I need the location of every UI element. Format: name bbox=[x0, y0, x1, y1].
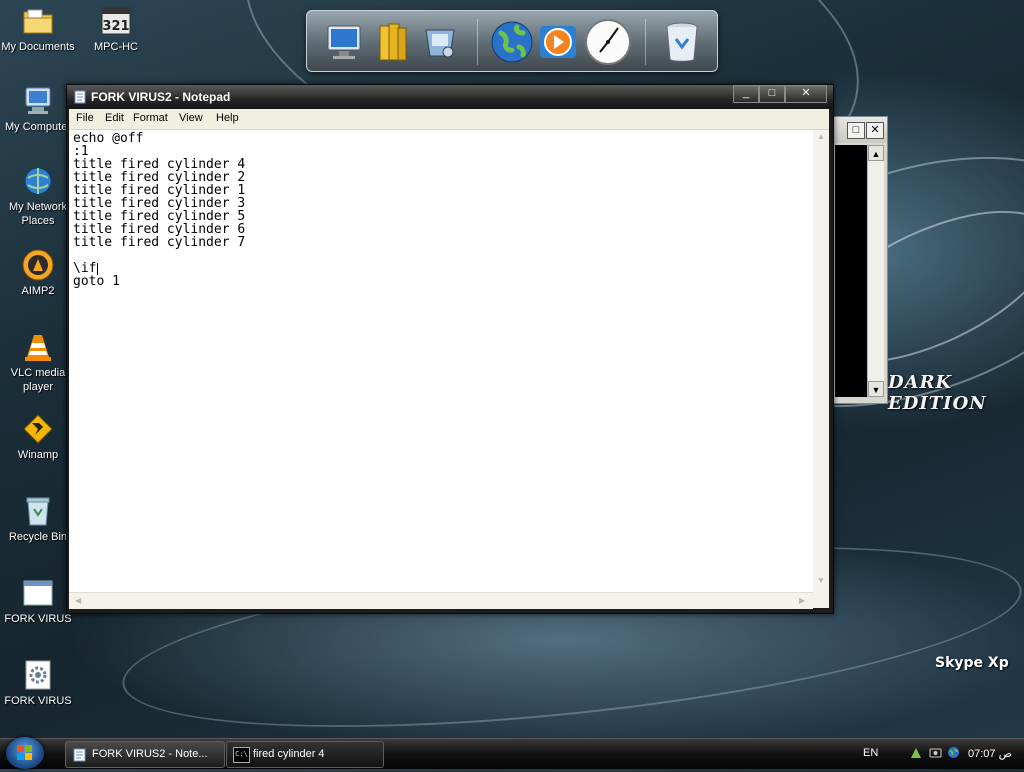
dock-item-globe[interactable] bbox=[487, 17, 537, 67]
tray-camera-icon[interactable] bbox=[929, 746, 942, 759]
desktop-icon-label: MPC-HC bbox=[94, 41, 138, 53]
globe-icon bbox=[491, 21, 533, 63]
notepad-icon bbox=[73, 90, 87, 104]
taskbar: FORK VIRUS2 - Note... C:\ fired cylinder… bbox=[0, 737, 1024, 769]
desktop-icon-label: FORK VIRUS bbox=[4, 695, 72, 707]
taskbar-button-label: fired cylinder 4 bbox=[253, 748, 325, 760]
media-play-icon bbox=[540, 26, 576, 58]
text-caret bbox=[97, 263, 98, 275]
recycle-bin-icon bbox=[21, 494, 55, 528]
computer-icon bbox=[21, 84, 55, 118]
tray-network-icon[interactable] bbox=[910, 746, 923, 759]
start-button[interactable] bbox=[6, 737, 44, 769]
desktop-icon-recycle-bin[interactable]: Recycle Bin bbox=[0, 494, 76, 544]
desktop-icon-label: VLC media player bbox=[10, 367, 66, 393]
console-close-button[interactable]: ✕ bbox=[866, 122, 884, 139]
trash-icon bbox=[666, 22, 698, 62]
control-panel-icon bbox=[425, 29, 455, 58]
dock-bar bbox=[306, 10, 718, 72]
aimp-icon bbox=[21, 248, 55, 282]
wallpaper-text-dark-edition: DARK EDITION bbox=[888, 372, 987, 414]
scroll-left-arrow-icon[interactable]: ◀ bbox=[75, 596, 81, 605]
maximize-button[interactable]: □ bbox=[759, 85, 785, 103]
console-icon: C:\ bbox=[233, 747, 250, 763]
dock-item-monitor[interactable] bbox=[319, 17, 369, 67]
dock-separator bbox=[477, 19, 478, 65]
desktop-icon-label: My Computer bbox=[4, 121, 72, 133]
wallpaper-text-skype-xp: Skype Xp bbox=[935, 655, 1009, 671]
dock-item-control-panel[interactable] bbox=[415, 17, 465, 67]
desktop-icon-label: AIMP2 bbox=[21, 285, 55, 297]
notepad-title: FORK VIRUS2 - Notepad bbox=[91, 90, 231, 104]
notepad-icon bbox=[72, 747, 87, 762]
settings-file-icon bbox=[21, 658, 55, 692]
dock-item-media-player[interactable] bbox=[533, 17, 583, 67]
folder-documents-icon bbox=[21, 4, 55, 38]
desktop-icon-label: My Documents bbox=[1, 41, 75, 53]
notepad-window[interactable]: FORK VIRUS2 - Notepad _ □ ✕ File Edit Fo… bbox=[66, 84, 834, 614]
scroll-right-arrow-icon[interactable]: ▶ bbox=[799, 596, 805, 605]
desktop-icon-label: FORK VIRUS bbox=[4, 613, 72, 625]
taskbar-button-notepad[interactable]: FORK VIRUS2 - Note... bbox=[65, 741, 225, 768]
taskbar-button-label: FORK VIRUS2 - Note... bbox=[92, 748, 208, 760]
desktop-icon-my-computer[interactable]: My Computer bbox=[0, 84, 76, 134]
tray-globe-icon[interactable] bbox=[947, 746, 960, 759]
text-line: title fired cylinder 7 bbox=[73, 235, 246, 250]
menu-view[interactable]: View bbox=[179, 112, 203, 124]
desktop-icon-fork-virus-1[interactable]: FORK VIRUS bbox=[0, 576, 76, 626]
taskbar-clock[interactable]: 07:07 ص bbox=[968, 747, 1012, 760]
media-player-classic-icon: 321 bbox=[99, 4, 133, 38]
notepad-text-area[interactable]: echo @off :1 title fired cylinder 4 titl… bbox=[69, 130, 813, 592]
menu-help[interactable]: Help bbox=[216, 112, 239, 124]
winamp-icon bbox=[21, 412, 55, 446]
folders-icon bbox=[379, 23, 407, 61]
dock-item-clock[interactable] bbox=[583, 17, 633, 67]
desktop-icon-my-network-places[interactable]: My Network Places bbox=[0, 164, 76, 228]
dock-item-folders[interactable] bbox=[367, 17, 417, 67]
desktop-icon-label: My Network Places bbox=[8, 201, 68, 227]
desktop-icon-mpc-hc[interactable]: 321 MPC-HC bbox=[78, 4, 154, 54]
close-button[interactable]: ✕ bbox=[785, 85, 827, 103]
desktop-icon-fork-virus-2[interactable]: FORK VIRUS bbox=[0, 658, 76, 708]
text-line: goto 1 bbox=[73, 274, 120, 289]
desktop-icon-label: Winamp bbox=[17, 449, 59, 461]
menu-edit[interactable]: Edit bbox=[105, 112, 124, 124]
svg-text:321: 321 bbox=[102, 19, 129, 34]
notepad-menubar: File Edit Format View Help bbox=[69, 109, 829, 130]
desktop-icon-aimp2[interactable]: AIMP2 bbox=[0, 248, 76, 298]
monitor-icon bbox=[327, 25, 361, 59]
menu-file[interactable]: File bbox=[76, 112, 94, 124]
menu-format[interactable]: Format bbox=[133, 112, 168, 124]
language-indicator[interactable]: EN bbox=[863, 747, 878, 759]
console-scrollbar[interactable]: ▲ ▼ bbox=[867, 145, 884, 397]
desktop-icon-winamp[interactable]: Winamp bbox=[0, 412, 76, 462]
scroll-up-arrow-icon[interactable]: ▲ bbox=[868, 145, 884, 161]
dock-item-trash[interactable] bbox=[657, 17, 707, 67]
network-icon bbox=[21, 164, 55, 198]
console-maximize-button[interactable]: □ bbox=[847, 122, 865, 139]
vertical-scrollbar[interactable]: ▲ ▼ bbox=[813, 130, 829, 592]
console-screen bbox=[835, 145, 867, 397]
desktop-icon-label: Recycle Bin bbox=[8, 531, 68, 543]
clock-icon bbox=[585, 19, 631, 65]
horizontal-scrollbar[interactable]: ◀ ▶ bbox=[69, 592, 813, 609]
console-window[interactable]: □ ✕ ▲ ▼ bbox=[832, 116, 888, 404]
console-titlebar[interactable]: □ ✕ bbox=[833, 117, 887, 143]
desktop-icon-vlc[interactable]: VLC media player bbox=[0, 330, 76, 394]
window-file-icon bbox=[21, 576, 55, 610]
scroll-down-arrow-icon[interactable]: ▼ bbox=[868, 381, 884, 397]
scroll-up-arrow-icon[interactable]: ▲ bbox=[817, 132, 825, 141]
desktop-icon-my-documents[interactable]: My Documents bbox=[0, 4, 76, 54]
vlc-cone-icon bbox=[21, 330, 55, 364]
dock-separator bbox=[645, 19, 646, 65]
scroll-down-arrow-icon[interactable]: ▼ bbox=[817, 576, 825, 585]
taskbar-button-console[interactable]: C:\ fired cylinder 4 bbox=[226, 741, 384, 768]
notepad-titlebar[interactable]: FORK VIRUS2 - Notepad _ □ ✕ bbox=[67, 85, 833, 109]
resize-grip-icon[interactable] bbox=[813, 592, 829, 608]
windows-logo-icon bbox=[17, 745, 32, 760]
minimize-button[interactable]: _ bbox=[733, 85, 759, 103]
